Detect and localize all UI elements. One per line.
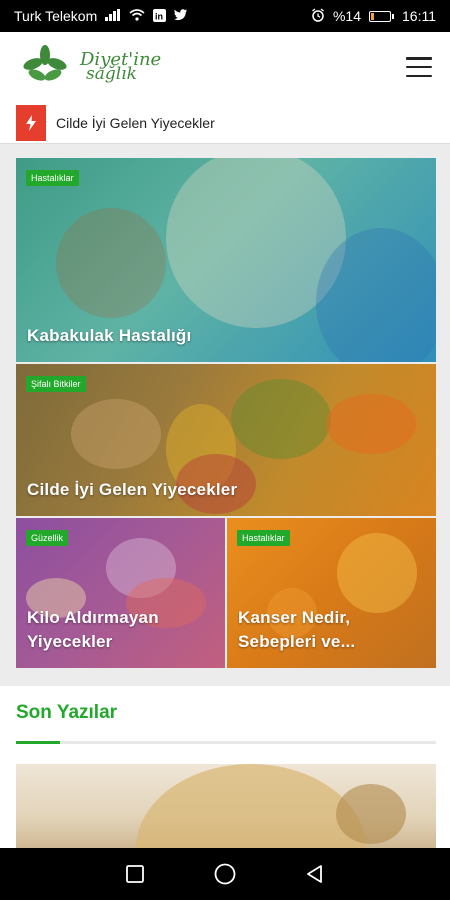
category-badge[interactable]: Hastalıklar	[237, 530, 290, 546]
recent-post-thumbnail[interactable]	[16, 764, 436, 854]
twitter-icon	[174, 9, 188, 23]
decor-shape	[136, 764, 366, 854]
wifi-icon	[129, 9, 145, 23]
card-title[interactable]: Kabakulak Hastalığı	[27, 324, 426, 348]
section-divider	[16, 741, 436, 744]
decor-shape	[56, 208, 166, 318]
battery-percent: %14	[332, 8, 361, 24]
section-title: Son Yazılar	[16, 702, 118, 723]
triangle-back-icon[interactable]	[295, 854, 335, 894]
site-header: Diyet'ine sağlık	[0, 32, 450, 102]
linkedin-icon: in	[153, 8, 167, 24]
site-logo[interactable]: Diyet'ine sağlık	[22, 44, 161, 91]
ticker-headline[interactable]: Cilde İyi Gelen Yiyecekler	[56, 115, 215, 131]
logo-text: Diyet'ine sağlık	[80, 51, 161, 83]
decor-shape	[71, 399, 161, 469]
featured-card[interactable]: Güzellik Kilo Aldırmayan Yiyecekler	[16, 518, 225, 668]
recent-posts-section: Son Yazılar	[0, 686, 450, 854]
hamburger-menu-icon[interactable]	[406, 57, 432, 77]
decor-shape	[231, 379, 331, 459]
featured-card[interactable]: Hastalıklar Kanser Nedir, Sebepleri ve..…	[227, 518, 436, 668]
clock: 16:11	[402, 8, 436, 24]
decor-shape	[337, 533, 417, 613]
featured-card[interactable]: Hastalıklar Kabakulak Hastalığı	[16, 158, 436, 362]
android-nav-bar	[0, 848, 450, 900]
card-title[interactable]: Kilo Aldırmayan Yiyecekler	[27, 606, 215, 654]
leaf-logo-icon	[22, 44, 68, 91]
status-left: Turk Telekom in	[14, 8, 188, 24]
lightning-icon	[16, 104, 46, 141]
app-screen: Turk Telekom in %14 16:11 Diyet'ine sağl…	[0, 0, 450, 900]
category-badge[interactable]: Hastalıklar	[26, 170, 79, 186]
circle-home-icon[interactable]	[205, 854, 245, 894]
status-right: %14 16:11	[311, 8, 436, 24]
battery-icon	[369, 10, 394, 22]
card-title[interactable]: Cilde İyi Gelen Yiyecekler	[27, 478, 426, 502]
status-bar: Turk Telekom in %14 16:11	[0, 0, 450, 32]
decor-shape	[326, 394, 416, 454]
carrier-name: Turk Telekom	[14, 8, 98, 24]
category-badge[interactable]: Güzellik	[26, 530, 69, 546]
signal-icon	[105, 9, 121, 23]
category-badge[interactable]: Şifalı Bitkiler	[26, 376, 86, 392]
breaking-news-ticker[interactable]: Cilde İyi Gelen Yiyecekler	[0, 102, 450, 144]
decor-shape	[336, 784, 406, 844]
square-recents-icon[interactable]	[115, 854, 155, 894]
card-title[interactable]: Kanser Nedir, Sebepleri ve...	[238, 606, 426, 654]
svg-text:in: in	[155, 11, 163, 21]
alarm-icon	[311, 8, 325, 24]
featured-card[interactable]: Şifalı Bitkiler Cilde İyi Gelen Yiyecekl…	[16, 364, 436, 516]
section-divider-accent	[16, 741, 60, 744]
